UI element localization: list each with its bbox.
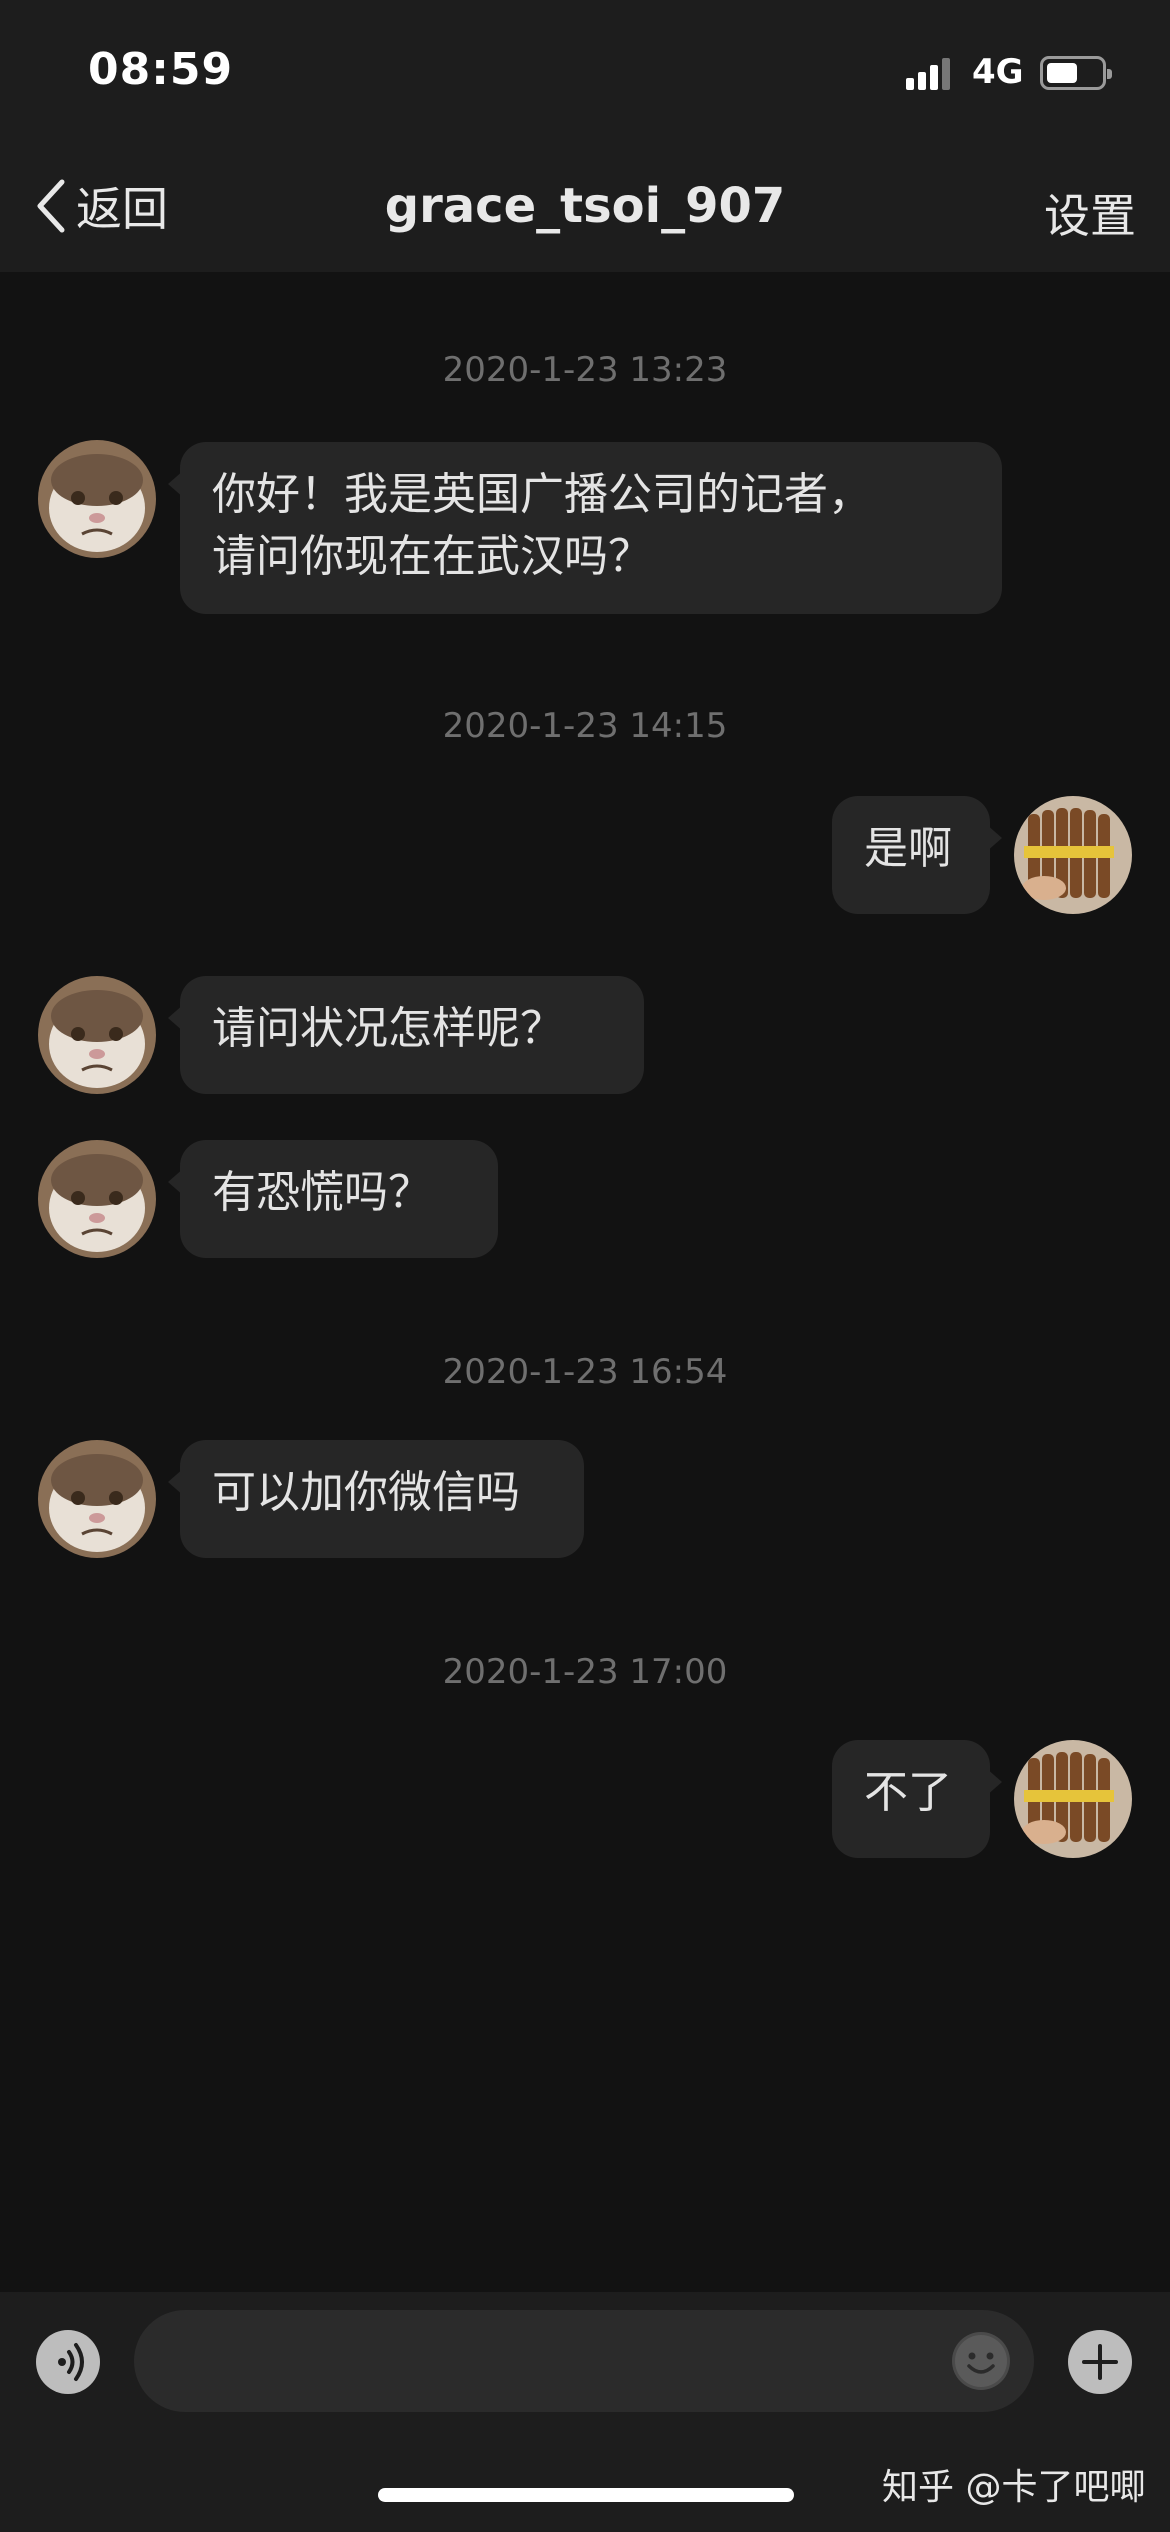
message-input[interactable] (134, 2310, 1034, 2412)
watermark: 知乎 @卡了吧唧 (882, 2467, 1146, 2508)
message-text: 有恐慌吗？ (212, 1167, 432, 1218)
cigar-avatar[interactable] (1014, 796, 1132, 914)
timestamp: 2020-1-23 14:15 (442, 706, 728, 746)
message-bubble[interactable]: 不了 (832, 1740, 1002, 1858)
message-text: 可以加你微信吗 (212, 1467, 520, 1518)
message-bubble[interactable]: 是啊 (832, 796, 1002, 914)
chat-title: grace_tsoi_907 (384, 178, 786, 234)
cat-avatar-icon (38, 1440, 156, 1558)
message-text: 你好！我是英国广播公司的记者， (212, 469, 872, 520)
cigar-avatar-icon (1014, 796, 1132, 914)
cat-avatar-icon (38, 976, 156, 1094)
message-text: 请问你现在在武汉吗？ (212, 531, 652, 582)
message-text: 是啊 (864, 823, 952, 874)
message-bubble[interactable]: 可以加你微信吗 (168, 1440, 584, 1558)
cat-avatar[interactable] (38, 1140, 156, 1258)
message-text: 不了 (864, 1767, 952, 1818)
nav-bar: 返回 grace_tsoi_907 设置 (0, 140, 1170, 272)
cat-avatar-icon (38, 440, 156, 558)
timestamp: 2020-1-23 13:23 (442, 350, 728, 390)
message-bubble[interactable]: 请问状况怎样呢？ (168, 976, 644, 1094)
settings-button[interactable]: 设置 (1044, 180, 1136, 246)
signal-icon (906, 56, 952, 90)
cat-avatar[interactable] (38, 1440, 156, 1558)
network-type: 4G (972, 52, 1024, 92)
smiley-icon (955, 2335, 1007, 2387)
battery-icon (1040, 56, 1112, 90)
cigar-avatar-icon (1014, 1740, 1132, 1858)
chat-screen: 08:59 4G 返回 grace_tsoi_907 设置 2020-1-23 … (0, 0, 1170, 2532)
cat-avatar[interactable] (38, 440, 156, 558)
plus-icon (1082, 2344, 1118, 2380)
emoji-button[interactable] (952, 2332, 1010, 2390)
timestamp: 2020-1-23 16:54 (442, 1352, 728, 1392)
timestamp: 2020-1-23 17:00 (442, 1652, 728, 1692)
home-indicator[interactable] (378, 2488, 794, 2502)
cigar-avatar[interactable] (1014, 1740, 1132, 1858)
status-time: 08:59 (88, 44, 234, 95)
message-bubble[interactable]: 你好！我是英国广播公司的记者， 请问你现在在武汉吗？ (168, 442, 1002, 614)
status-bar: 08:59 4G (0, 0, 1170, 140)
add-button[interactable] (1068, 2330, 1132, 2394)
voice-button[interactable] (36, 2330, 100, 2394)
cat-avatar-icon (38, 1140, 156, 1258)
voice-icon (58, 2343, 84, 2381)
message-text: 请问状况怎样呢？ (212, 1003, 564, 1054)
cat-avatar[interactable] (38, 976, 156, 1094)
message-bubble[interactable]: 有恐慌吗？ (168, 1140, 498, 1258)
